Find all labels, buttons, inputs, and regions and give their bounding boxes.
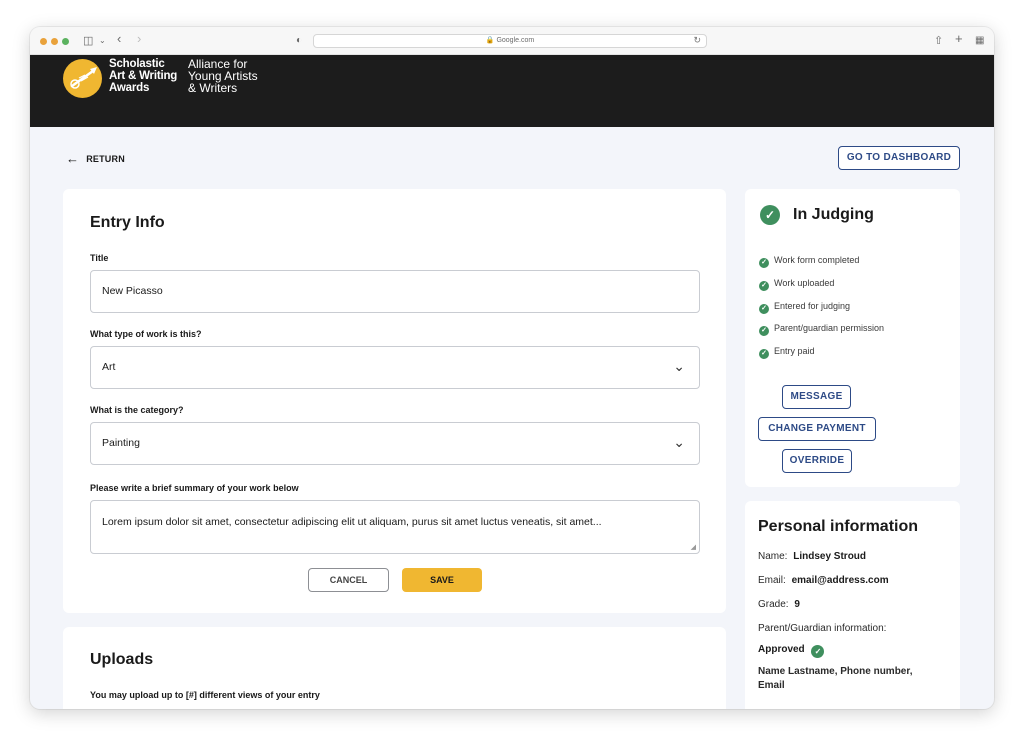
logo-wordmark: Scholastic Art & Writing Awards [109, 58, 177, 94]
logo-line: Awards [109, 82, 150, 94]
new-tab-icon[interactable]: + [955, 32, 963, 46]
close-window-button[interactable] [40, 38, 47, 45]
chevron-down-icon[interactable]: ⌄ [99, 34, 106, 48]
chevron-down-icon: ⌄ [673, 358, 685, 374]
step-label: Work uploaded [774, 278, 835, 288]
title-label: Title [90, 253, 109, 263]
summary-label: Please write a brief summary of your wor… [90, 483, 299, 493]
entry-info-card: Entry Info Title New Picasso What type o… [63, 189, 726, 613]
guardian-contact-line: Email [758, 680, 785, 691]
check-circle-icon: ✓ [811, 645, 825, 658]
uploads-heading: Uploads [90, 651, 154, 668]
step-item: ✓ Entered for judging [759, 301, 850, 314]
work-type-select[interactable]: Art ⌄ [90, 346, 700, 389]
email-row: Email: email@address.com [758, 575, 889, 586]
change-payment-button[interactable]: CHANGE PAYMENT [758, 417, 876, 441]
check-circle-icon: ✓ [760, 205, 780, 225]
guardian-status: Approved [758, 644, 805, 655]
uploads-note: You may upload up to [#] different views… [90, 690, 320, 700]
paintbrush-logo-icon [70, 67, 97, 89]
step-label: Work form completed [774, 255, 860, 265]
browser-toolbar: ◫ ⌄ ‹ › ◐ 🔒 Google.com ↻ ⇧ + ▦ [30, 27, 994, 55]
save-button[interactable]: SAVE [402, 568, 482, 592]
return-link[interactable]: ← RETURN [66, 151, 125, 166]
title-input[interactable]: New Picasso [90, 270, 700, 313]
logo-line: Scholastic [109, 58, 165, 70]
chevron-down-icon: ⌄ [673, 434, 685, 450]
grade-value: 9 [794, 599, 800, 610]
title-input-value: New Picasso [102, 285, 163, 297]
check-circle-icon: ✓ [759, 349, 769, 359]
category-value: Painting [102, 437, 140, 449]
work-type-label: What type of work is this? [90, 329, 202, 339]
status-card: ✓ In Judging ✓ Work form completed ✓ Work … [745, 189, 960, 487]
grade-row: Grade: 9 [758, 599, 800, 610]
grade-label: Grade: [758, 599, 789, 610]
check-circle-icon: ✓ [759, 326, 769, 336]
message-button[interactable]: MESSAGE [782, 385, 851, 409]
step-item: ✓ Parent/guardian permission [759, 323, 884, 336]
work-type-value: Art [102, 361, 116, 373]
email-value: email@address.com [791, 575, 889, 586]
step-label: Entered for judging [774, 301, 851, 311]
address-bar[interactable]: 🔒 Google.com ↻ [313, 34, 707, 48]
cancel-button[interactable]: CANCEL [308, 568, 389, 592]
step-item: ✓ Work uploaded [759, 278, 834, 291]
step-label: Entry paid [774, 346, 815, 356]
check-circle-icon: ✓ [759, 258, 769, 268]
personal-info-card: Personal information Name: Lindsey Strou… [745, 501, 960, 709]
name-row: Name: Lindsey Stroud [758, 551, 866, 562]
minimize-window-button[interactable] [51, 38, 58, 45]
personal-info-heading: Personal information [758, 518, 919, 535]
check-circle-icon: ✓ [759, 304, 769, 314]
step-label: Parent/guardian permission [774, 323, 885, 333]
email-label: Email: [758, 575, 786, 586]
guardian-status-row: Approved ✓ [758, 644, 825, 658]
guardian-contact: Name Lastname, Phone number, Email [758, 666, 913, 691]
override-button[interactable]: OVERRIDE [782, 449, 852, 473]
category-select[interactable]: Painting ⌄ [90, 422, 700, 465]
check-circle-icon: ✓ [759, 281, 769, 291]
go-to-dashboard-button[interactable]: GO TO DASHBOARD [838, 146, 960, 170]
logo-tagline: Alliance for Young Artists & Writers [188, 58, 258, 94]
guardian-contact-line: Name Lastname, Phone number, [758, 666, 913, 677]
tab-overview-icon[interactable]: ▦ [975, 34, 984, 48]
status-heading: In Judging [793, 206, 874, 223]
privacy-shield-icon[interactable]: ◐ [296, 34, 302, 48]
entry-info-heading: Entry Info [90, 214, 165, 231]
scholastic-logo[interactable] [63, 59, 102, 98]
resize-handle-icon[interactable]: ◢ [691, 543, 696, 551]
reload-icon[interactable]: ↻ [693, 35, 701, 46]
arrow-left-icon: ← [66, 151, 80, 166]
logo-line: Art & Writing [109, 70, 178, 82]
name-label: Name: [758, 551, 788, 562]
back-icon[interactable]: ‹ [117, 32, 121, 46]
sidebar-toggle-icon[interactable]: ◫ [83, 34, 93, 48]
summary-text: Lorem ipsum dolor sit amet, consectetur … [102, 516, 602, 528]
return-label: RETURN [86, 154, 125, 164]
guardian-label: Parent/Guardian information: [758, 623, 887, 634]
uploads-card: Uploads You may upload up to [#] differe… [63, 627, 726, 709]
address-bar-url: 🔒 Google.com [485, 37, 535, 44]
site-header: Scholastic Art & Writing Awards Alliance… [30, 55, 994, 127]
share-icon[interactable]: ⇧ [934, 34, 943, 48]
summary-textarea[interactable]: Lorem ipsum dolor sit amet, consectetur … [90, 500, 700, 554]
logo-line: & Writers [188, 81, 238, 95]
step-item: ✓ Entry paid [759, 346, 815, 359]
name-value: Lindsey Stroud [793, 551, 867, 562]
category-label: What is the category? [90, 405, 184, 415]
forward-icon[interactable]: › [137, 32, 141, 46]
step-item: ✓ Work form completed [759, 255, 859, 268]
zoom-window-button[interactable] [62, 38, 69, 45]
browser-window: ◫ ⌄ ‹ › ◐ 🔒 Google.com ↻ ⇧ + ▦ Scholasti… [30, 27, 994, 709]
